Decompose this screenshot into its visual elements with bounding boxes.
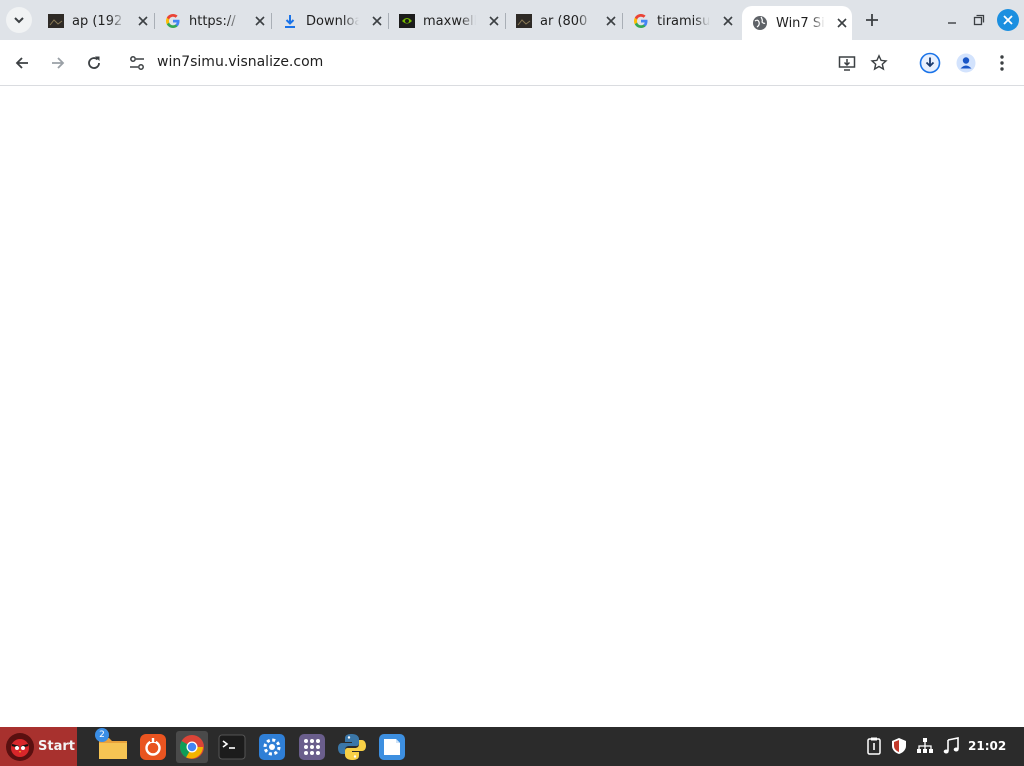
menu-button[interactable] xyxy=(989,50,1015,76)
tab-title: https:// xyxy=(189,13,236,29)
url-text: win7simu.visnalize.com xyxy=(157,54,324,70)
chrome-icon xyxy=(179,735,204,759)
plus-icon xyxy=(866,14,878,26)
text-editor-icon xyxy=(379,734,405,760)
terminal-icon xyxy=(218,734,246,760)
install-app-icon[interactable] xyxy=(838,54,856,76)
tab-title: Download xyxy=(306,13,360,29)
globe-icon xyxy=(752,15,768,31)
tab-title: ar (800 xyxy=(540,13,588,29)
notification-badge: 2 xyxy=(95,728,109,742)
tray-clipboard-icon[interactable] xyxy=(864,736,884,756)
google-icon xyxy=(165,13,181,29)
browser-toolbar: win7simu.visnalize.com xyxy=(0,40,1024,86)
reload-icon xyxy=(88,56,100,69)
start-label: Start xyxy=(38,739,75,754)
chevron-down-icon xyxy=(14,17,24,24)
more-vert-icon xyxy=(1000,55,1004,71)
tray-music-icon[interactable] xyxy=(941,736,961,756)
tab-search-button[interactable] xyxy=(6,7,32,33)
reload-button[interactable] xyxy=(81,50,107,76)
taskbar-text-editor[interactable] xyxy=(376,731,408,763)
forward-button[interactable] xyxy=(45,50,71,76)
arrow-right-icon xyxy=(52,57,65,69)
close-tab-icon[interactable] xyxy=(833,13,852,33)
downloads-button[interactable] xyxy=(917,50,943,76)
close-window-button[interactable] xyxy=(997,9,1019,31)
google-icon xyxy=(633,13,649,29)
profile-button[interactable] xyxy=(953,50,979,76)
tab[interactable]: maxwell xyxy=(389,6,503,36)
new-tab-button[interactable] xyxy=(860,8,884,32)
tab-title: ap (192 xyxy=(72,13,123,29)
tab[interactable]: https:// xyxy=(155,6,269,36)
taskbar-ubuntu-software[interactable] xyxy=(137,731,169,763)
tab-active[interactable]: Win7 Si xyxy=(742,6,852,40)
close-tab-icon[interactable] xyxy=(250,11,269,31)
tab[interactable]: ap (192 xyxy=(38,6,152,36)
back-button[interactable] xyxy=(9,50,35,76)
close-tab-icon[interactable] xyxy=(133,11,152,31)
site-settings-icon[interactable] xyxy=(128,54,146,76)
address-bar[interactable]: win7simu.visnalize.com xyxy=(118,46,904,80)
taskbar-python[interactable] xyxy=(336,731,368,763)
settings-gear-icon xyxy=(259,734,285,760)
taskbar-settings[interactable] xyxy=(256,731,288,763)
download-circle-icon xyxy=(919,52,941,74)
maximize-button[interactable] xyxy=(969,10,989,30)
angry-bird-icon xyxy=(6,732,34,761)
avatar-icon xyxy=(956,53,976,73)
tab[interactable]: tiramisu xyxy=(623,6,737,36)
tab[interactable]: ar (800 xyxy=(506,6,620,36)
dark-image-icon xyxy=(48,13,64,29)
tab-title: maxwell xyxy=(423,13,477,29)
tray-shield-icon[interactable] xyxy=(889,736,909,756)
clock[interactable]: 21:02 xyxy=(968,739,1006,753)
tray-network-icon[interactable] xyxy=(915,736,935,756)
restore-icon xyxy=(973,14,985,26)
dark-image-icon xyxy=(516,13,532,29)
page-viewport[interactable] xyxy=(0,87,1024,727)
minimize-icon xyxy=(948,22,956,24)
taskbar-terminal[interactable] xyxy=(216,731,248,763)
nvidia-icon xyxy=(399,13,415,29)
tab[interactable]: Download xyxy=(272,6,386,36)
taskbar-chrome[interactable] xyxy=(176,731,208,763)
app-grid-icon xyxy=(299,734,325,760)
taskbar: Start 2 21:02 xyxy=(0,727,1024,766)
close-tab-icon[interactable] xyxy=(484,11,503,31)
close-icon xyxy=(1003,15,1013,25)
close-tab-icon[interactable] xyxy=(718,11,737,31)
close-tab-icon[interactable] xyxy=(601,11,620,31)
tab-title: Win7 Si xyxy=(776,15,825,31)
software-store-icon xyxy=(140,734,166,760)
bookmark-star-icon[interactable] xyxy=(870,54,888,76)
start-button[interactable]: Start xyxy=(0,727,77,766)
taskbar-app-grid[interactable] xyxy=(296,731,328,763)
python-icon xyxy=(338,734,366,760)
close-tab-icon[interactable] xyxy=(367,11,386,31)
minimize-button[interactable] xyxy=(942,10,962,30)
download-icon xyxy=(282,13,298,29)
taskbar-files[interactable]: 2 xyxy=(95,728,129,763)
tab-title: tiramisu xyxy=(657,13,711,29)
arrow-left-icon xyxy=(15,57,28,69)
tab-strip: ap (192 https:// Download xyxy=(0,0,1024,40)
